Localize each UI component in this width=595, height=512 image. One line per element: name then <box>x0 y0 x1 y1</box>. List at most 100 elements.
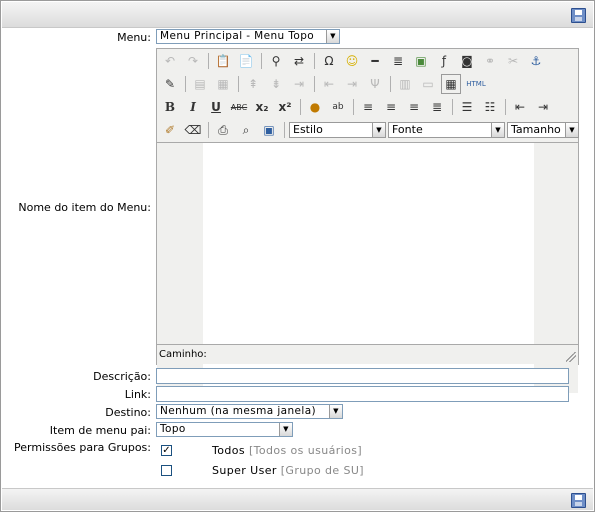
group-name: Todos <box>212 444 246 457</box>
print-icon[interactable]: ⎙ <box>213 120 233 140</box>
permissoes-label: Permissões para Grupos: <box>14 441 151 454</box>
separator <box>261 53 262 69</box>
group-super-user: Super User [Grupo de SU] <box>212 464 364 477</box>
destino-select[interactable]: Nenhum (na mesma janela) ▼ <box>156 404 343 419</box>
delete-col-icon[interactable]: Ψ <box>365 74 385 94</box>
group-todos: Todos [Todos os usuários] <box>212 444 362 457</box>
size-select-value: Tamanho <box>511 123 561 136</box>
separator <box>390 76 391 92</box>
split-cells-icon[interactable]: ▥ <box>395 74 415 94</box>
special-char-icon[interactable]: Ω <box>319 51 339 71</box>
style-select[interactable]: Estilo ▼ <box>289 122 386 138</box>
merge-cells-icon[interactable]: ▭ <box>418 74 438 94</box>
color-icon[interactable]: ● <box>305 97 325 117</box>
eraser-icon[interactable]: ⌫ <box>183 120 203 140</box>
anchor-icon[interactable]: ⚓ <box>526 51 546 71</box>
align-justify-icon[interactable]: ≣ <box>427 97 447 117</box>
align-center-icon[interactable]: ≡ <box>381 97 401 117</box>
destino-select-value: Nenhum (na mesma janela) <box>160 405 317 417</box>
save-icon[interactable] <box>571 8 586 23</box>
separator <box>353 99 354 115</box>
separator <box>314 76 315 92</box>
find-icon[interactable]: ⚲ <box>266 51 286 71</box>
resize-grip-icon[interactable] <box>566 352 576 362</box>
col-after-icon[interactable]: ⇥ <box>342 74 362 94</box>
link-input[interactable] <box>156 386 569 402</box>
italic-icon[interactable]: I <box>183 97 203 117</box>
page-break-icon[interactable]: ≣ <box>388 51 408 71</box>
html-source-button[interactable]: HTML <box>464 74 488 94</box>
item-pai-select-value: Topo <box>160 423 186 435</box>
group-checkbox-super-user[interactable] <box>161 465 172 476</box>
chevron-down-icon: ▼ <box>491 123 504 137</box>
chevron-down-icon: ▼ <box>279 423 292 436</box>
bullet-list-icon[interactable]: ☰ <box>457 97 477 117</box>
unlink-icon[interactable]: ✂ <box>503 51 523 71</box>
paste-word-icon[interactable]: 📄 <box>236 51 256 71</box>
table-cell-icon[interactable]: ▦ <box>213 74 233 94</box>
edit-icon[interactable]: ✎ <box>160 74 180 94</box>
link-label: Link: <box>124 388 151 401</box>
align-right-icon[interactable]: ≡ <box>404 97 424 117</box>
editor-toolbar-row-3: B I U ABC x₂ x² ● ab ≡ ≡ ≡ ≣ ☰ ☷ ⇤ ⇥ <box>160 96 556 118</box>
size-select[interactable]: Tamanho ▼ <box>507 122 579 138</box>
redo-icon[interactable]: ↷ <box>183 51 203 71</box>
indent-icon[interactable]: ⇥ <box>533 97 553 117</box>
style-select-value: Estilo <box>293 123 323 136</box>
align-left-icon[interactable]: ≡ <box>358 97 378 117</box>
separator <box>284 122 285 138</box>
item-pai-label: Item de menu pai: <box>49 424 151 437</box>
numbered-list-icon[interactable]: ☷ <box>480 97 500 117</box>
group-name: Super User <box>212 464 277 477</box>
separator <box>505 99 506 115</box>
horizontal-rule-icon[interactable]: ━ <box>365 51 385 71</box>
undo-icon[interactable]: ↶ <box>160 51 180 71</box>
bold-icon[interactable]: B <box>160 97 180 117</box>
spellcheck-icon[interactable]: ab <box>328 97 348 117</box>
save-icon[interactable] <box>571 493 586 508</box>
paste-text-icon[interactable]: 📋 <box>213 51 233 71</box>
flash-icon[interactable]: ƒ <box>434 51 454 71</box>
col-before-icon[interactable]: ⇤ <box>319 74 339 94</box>
row-before-icon[interactable]: ⇞ <box>243 74 263 94</box>
group-checkbox-todos[interactable]: ✓ <box>161 445 172 456</box>
cleanup-icon[interactable]: ✐ <box>160 120 180 140</box>
bottom-toolbar <box>2 488 593 510</box>
preview-icon[interactable]: ⌕ <box>236 120 256 140</box>
descricao-input[interactable] <box>156 368 569 384</box>
emoticon-icon[interactable]: ☺ <box>342 51 362 71</box>
rich-text-editor: ↶ ↷ 📋 📄 ⚲ ⇄ Ω ☺ ━ ≣ ▣ ƒ ◙ ⚭ ✂ ⚓ ✎ ▤ ▦ ⇞ <box>156 48 581 393</box>
separator <box>208 122 209 138</box>
row-after-icon[interactable]: ⇟ <box>266 74 286 94</box>
link-icon[interactable]: ⚭ <box>480 51 500 71</box>
item-pai-select[interactable]: Topo ▼ <box>156 422 293 437</box>
separator <box>238 76 239 92</box>
separator <box>300 99 301 115</box>
replace-icon[interactable]: ⇄ <box>289 51 309 71</box>
descricao-label: Descrição: <box>93 370 151 383</box>
editor-toolbar-row-1: ↶ ↷ 📋 📄 ⚲ ⇄ Ω ☺ ━ ≣ ▣ ƒ ◙ ⚭ ✂ ⚓ <box>160 50 549 72</box>
insert-table-icon[interactable]: ▦ <box>441 74 461 94</box>
image-icon[interactable]: ▣ <box>411 51 431 71</box>
group-desc: [Todos os usuários] <box>248 444 363 457</box>
menu-select-value: Menu Principal - Menu Topo <box>160 30 315 42</box>
outdent-icon[interactable]: ⇤ <box>510 97 530 117</box>
media-icon[interactable]: ◙ <box>457 51 477 71</box>
strikethrough-icon[interactable]: ABC <box>229 97 249 117</box>
nome-label: Nome do item do Menu: <box>18 201 151 214</box>
editor-statusbar: Caminho: <box>157 344 578 364</box>
menu-select[interactable]: Menu Principal - Menu Topo ▼ <box>156 29 340 44</box>
top-toolbar <box>2 2 593 28</box>
separator <box>208 53 209 69</box>
delete-row-icon[interactable]: ⇥ <box>289 74 309 94</box>
table-row-icon[interactable]: ▤ <box>190 74 210 94</box>
editor-toolbar-row-4: ✐ ⌫ ⎙ ⌕ ▣ Estilo ▼ Fonte ▼ Tamanho ▼ <box>160 119 581 141</box>
fullscreen-icon[interactable]: ▣ <box>259 120 279 140</box>
subscript-icon[interactable]: x₂ <box>252 97 272 117</box>
chevron-down-icon: ▼ <box>372 123 385 137</box>
superscript-icon[interactable]: x² <box>275 97 295 117</box>
font-select[interactable]: Fonte ▼ <box>388 122 505 138</box>
editor-toolbar-row-2: ✎ ▤ ▦ ⇞ ⇟ ⇥ ⇤ ⇥ Ψ ▥ ▭ ▦ HTML <box>160 73 491 95</box>
underline-icon[interactable]: U <box>206 97 226 117</box>
destino-label: Destino: <box>105 406 151 419</box>
